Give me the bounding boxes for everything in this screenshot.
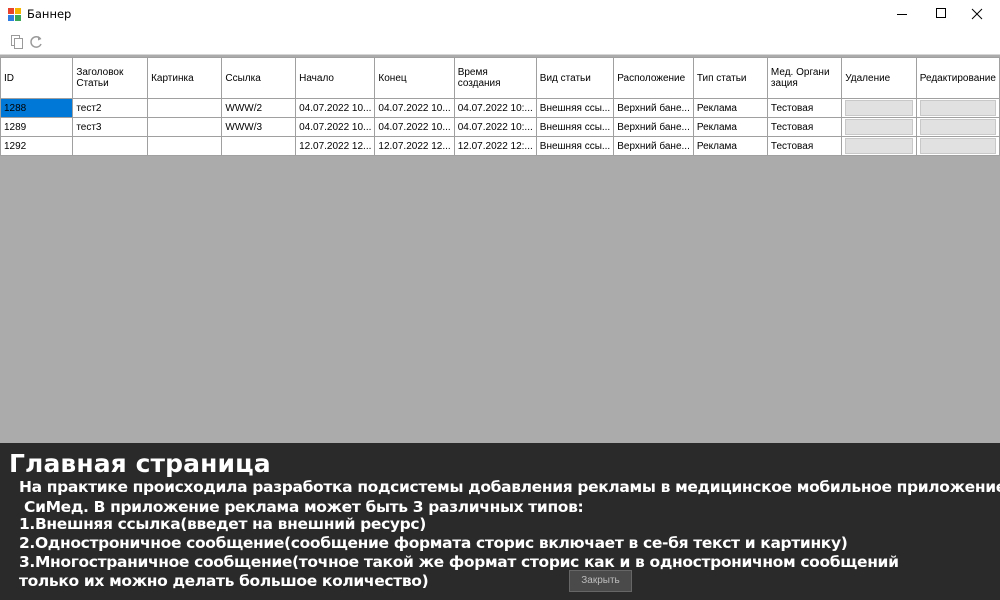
edit-button[interactable] (919, 138, 996, 154)
cell-image[interactable] (147, 98, 223, 118)
cell-id[interactable]: 1289 (0, 117, 74, 137)
title-bar: Баннер (0, 0, 1000, 30)
cell-med-org[interactable]: Тестовая (766, 98, 843, 118)
cell-link[interactable]: WWW/3 (221, 117, 297, 137)
close-button[interactable]: Закрыть (569, 570, 632, 592)
cell-end[interactable]: 04.07.2022 10... (374, 98, 455, 118)
caption-line: СиМед. В приложение реклама может быть 3… (19, 498, 584, 516)
table-row[interactable]: 1289 тест3 WWW/3 04.07.2022 10... 04.07.… (0, 117, 1000, 137)
grid-background: ID Заголовок Статьи Картинка Ссылка Нача… (0, 57, 1000, 443)
cell-edit (915, 117, 1000, 137)
col-header-end[interactable]: Конец (374, 57, 455, 99)
col-header-created[interactable]: Время создания (453, 57, 537, 99)
cell-placement[interactable]: Верхний бане... (613, 136, 694, 156)
col-header-edit[interactable]: Редактирование (915, 57, 1000, 99)
cell-end[interactable]: 04.07.2022 10... (374, 117, 455, 137)
cell-title[interactable]: тест3 (72, 117, 149, 137)
cell-med-org[interactable]: Тестовая (766, 117, 843, 137)
col-header-article-kind[interactable]: Вид статьи (535, 57, 615, 99)
cell-article-kind[interactable]: Внешняя ссы... (535, 117, 615, 137)
col-header-image[interactable]: Картинка (147, 57, 223, 99)
cell-link[interactable]: WWW/2 (221, 98, 297, 118)
cell-article-type[interactable]: Реклама (692, 117, 768, 137)
cell-title[interactable] (72, 136, 149, 156)
app-icon (8, 8, 22, 21)
cell-end[interactable]: 12.07.2022 12... (374, 136, 455, 156)
cell-created[interactable]: 04.07.2022 10:... (453, 98, 537, 118)
window-title: Баннер (27, 7, 72, 21)
refresh-icon[interactable] (28, 34, 44, 50)
cell-image[interactable] (147, 117, 223, 137)
cell-med-org[interactable]: Тестовая (766, 136, 843, 156)
cell-created[interactable]: 12.07.2022 12:... (453, 136, 537, 156)
cell-placement[interactable]: Верхний бане... (613, 98, 694, 118)
close-icon (971, 8, 983, 20)
col-header-placement[interactable]: Расположение (613, 57, 694, 99)
col-header-med-org[interactable]: Мед. Органи зация (766, 57, 843, 99)
cell-delete (841, 136, 917, 156)
copy-icon[interactable] (9, 34, 25, 50)
delete-button[interactable] (845, 119, 913, 135)
cell-id[interactable]: 1288 (0, 98, 74, 118)
cell-title[interactable]: тест2 (72, 98, 149, 118)
cell-article-kind[interactable]: Внешняя ссы... (535, 136, 615, 156)
cell-delete (841, 117, 917, 137)
banner-table: ID Заголовок Статьи Картинка Ссылка Нача… (0, 57, 1000, 156)
col-header-article-type[interactable]: Тип статьи (692, 57, 768, 99)
header-row: ID Заголовок Статьи Картинка Ссылка Нача… (0, 57, 1000, 99)
table-row[interactable]: 1292 12.07.2022 12... 12.07.2022 12... 1… (0, 136, 1000, 156)
delete-button[interactable] (845, 100, 913, 116)
cell-start[interactable]: 04.07.2022 10... (295, 117, 376, 137)
cell-link[interactable] (221, 136, 297, 156)
close-window-button[interactable] (954, 0, 1000, 30)
col-header-title[interactable]: Заголовок Статьи (72, 57, 149, 99)
cell-article-kind[interactable]: Внешняя ссы... (535, 98, 615, 118)
caption-line: 1.Внешняя ссылка(введет на внешний ресур… (19, 515, 426, 533)
cell-start[interactable]: 12.07.2022 12... (295, 136, 376, 156)
edit-button[interactable] (919, 100, 996, 116)
cell-edit (915, 136, 1000, 156)
cell-delete (841, 98, 917, 118)
col-header-start[interactable]: Начало (295, 57, 376, 99)
col-header-delete[interactable]: Удаление (841, 57, 917, 99)
caption-line: 2.Одностроничное сообщение(сообщение фор… (19, 534, 848, 552)
cell-created[interactable]: 04.07.2022 10:... (453, 117, 537, 137)
caption-heading: Главная страница (9, 449, 271, 478)
cell-placement[interactable]: Верхний бане... (613, 117, 694, 137)
caption-line: только их можно делать большое количеств… (19, 572, 429, 590)
toolbar (0, 30, 1000, 55)
col-header-link[interactable]: Ссылка (221, 57, 297, 99)
caption-line: На практике происходила разработка подси… (19, 478, 1000, 496)
cell-article-type[interactable]: Реклама (692, 98, 768, 118)
cell-start[interactable]: 04.07.2022 10... (295, 98, 376, 118)
delete-button[interactable] (845, 138, 913, 154)
cell-article-type[interactable]: Реклама (692, 136, 768, 156)
caption-line: 3.Многостраничное сообщение(точное такой… (19, 553, 899, 571)
cell-edit (915, 98, 1000, 118)
col-header-id[interactable]: ID (0, 57, 74, 99)
cell-id[interactable]: 1292 (0, 136, 74, 156)
cell-image[interactable] (147, 136, 223, 156)
edit-button[interactable] (919, 119, 996, 135)
table-row[interactable]: 1288 тест2 WWW/2 04.07.2022 10... 04.07.… (0, 98, 1000, 118)
